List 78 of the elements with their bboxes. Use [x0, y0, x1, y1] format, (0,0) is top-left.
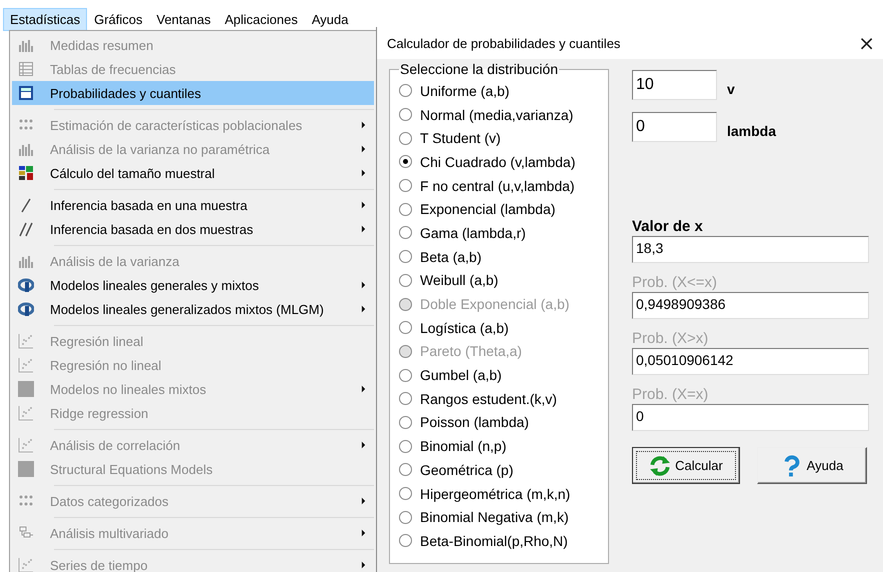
- radio-button[interactable]: [399, 368, 412, 382]
- parameter-label: v: [727, 80, 735, 96]
- menu-bar-item[interactable]: Estadísticas: [3, 8, 88, 30]
- scatter-plot-icon: [18, 333, 34, 349]
- radio-button[interactable]: [399, 132, 412, 145]
- radio-option[interactable]: Poisson (lambda): [399, 410, 602, 434]
- table-icon: [18, 61, 34, 77]
- radio-option[interactable]: Exponencial (lambda): [399, 197, 602, 222]
- menu-bar-item[interactable]: Aplicaciones: [218, 8, 305, 30]
- field-label: Prob. (X>x): [632, 330, 710, 347]
- field-label: Prob. (X=x): [632, 386, 710, 403]
- menu-item[interactable]: Inferencia basada en una muestra: [12, 193, 374, 217]
- radio-option[interactable]: Binomial Negativa (m,k): [399, 505, 602, 530]
- radio-option[interactable]: Geométrica (p): [399, 458, 602, 482]
- radio-button[interactable]: [399, 416, 412, 429]
- parameter-label: lambda: [727, 122, 776, 138]
- radio-option[interactable]: Logística (a,b): [399, 316, 602, 340]
- radio-option[interactable]: Uniforme (a,b): [399, 79, 602, 103]
- radio-button[interactable]: [399, 510, 412, 524]
- radio-option[interactable]: Gama (lambda,r): [399, 221, 602, 245]
- radio-button[interactable]: [399, 202, 412, 216]
- radio-option[interactable]: Hipergeométrica (m,k,n): [399, 482, 602, 506]
- radio-option[interactable]: Beta-Binomial(p,Rho,N): [399, 529, 602, 553]
- menu-bar-item[interactable]: Gráficos: [87, 8, 150, 30]
- radio-button[interactable]: [399, 463, 412, 476]
- radio-button[interactable]: [399, 226, 412, 240]
- dialog-title: Calculador de probabilidades y cuantiles: [387, 36, 622, 50]
- radio-option[interactable]: Gumbel (a,b): [399, 363, 602, 387]
- refresh-icon: [649, 454, 672, 476]
- radio-option[interactable]: T Student (v): [399, 126, 602, 150]
- scatter-plot-icon: [18, 357, 34, 373]
- radio-button[interactable]: [399, 108, 412, 122]
- menu-item[interactable]: Modelos lineales generales y mixtos: [12, 273, 374, 297]
- close-button[interactable]: ×: [858, 33, 875, 53]
- radio-button[interactable]: [399, 392, 412, 406]
- square-icon: [18, 461, 34, 477]
- bar-chart-icon: [18, 141, 34, 157]
- radio-option[interactable]: Chi Cuadrado (v,lambda): [399, 150, 602, 174]
- menu-item[interactable]: Cálculo del tamaño muestral: [12, 161, 374, 185]
- radio-button[interactable]: [399, 487, 412, 500]
- group-title: Seleccione la distribución: [399, 61, 559, 77]
- radio-option[interactable]: Binomial (n,p): [399, 434, 602, 458]
- field-label: Valor de x: [632, 218, 704, 235]
- radio-button[interactable]: [399, 84, 412, 98]
- scatter-plot-icon: [18, 405, 34, 421]
- menu-item[interactable]: Modelos lineales generalizados mixtos (MLGM): [12, 297, 374, 321]
- radio-option[interactable]: Rangos estudent.(k,v): [399, 386, 602, 411]
- help-button[interactable]: Ayuda: [757, 447, 867, 484]
- parameter-field[interactable]: 0: [632, 112, 717, 142]
- radio-button[interactable]: [399, 155, 412, 168]
- radio-button[interactable]: [399, 440, 412, 453]
- menu-bar-item[interactable]: Ayuda: [304, 8, 356, 30]
- calculator-icon: [18, 85, 34, 101]
- calculate-button[interactable]: Calcular: [632, 447, 740, 484]
- scatter-plot-icon: [18, 437, 34, 453]
- square-icon: [18, 381, 34, 397]
- radio-option[interactable]: F no central (u,v,lambda): [399, 174, 602, 198]
- color-grid-icon: [18, 165, 34, 181]
- radio-button[interactable]: [399, 321, 412, 334]
- radio-button[interactable]: [399, 274, 412, 287]
- menu-bar-item[interactable]: Ventanas: [150, 8, 218, 30]
- radio-button[interactable]: [399, 250, 412, 264]
- ring-icon: [18, 301, 34, 317]
- ring-icon: [18, 277, 34, 293]
- two-pens-icon: [18, 221, 34, 237]
- scatter-plot-icon: [18, 557, 34, 572]
- bar-chart-icon: [18, 253, 34, 269]
- radio-option[interactable]: Weibull (a,b): [399, 268, 602, 292]
- value-field[interactable]: 18,3: [632, 236, 869, 263]
- menu-item[interactable]: Probabilidades y cuantiles: [12, 81, 374, 105]
- bar-chart-icon: [18, 37, 34, 53]
- parameter-field[interactable]: 10: [632, 70, 717, 100]
- radio-button[interactable]: [399, 534, 412, 548]
- radio-button[interactable]: [399, 179, 412, 192]
- radio-option[interactable]: Beta (a,b): [399, 244, 602, 268]
- radio-option[interactable]: Normal (media,varianza): [399, 102, 602, 126]
- field-label: Prob. (X<=x): [632, 274, 718, 291]
- menu-item[interactable]: Inferencia basada en dos muestras: [12, 217, 374, 241]
